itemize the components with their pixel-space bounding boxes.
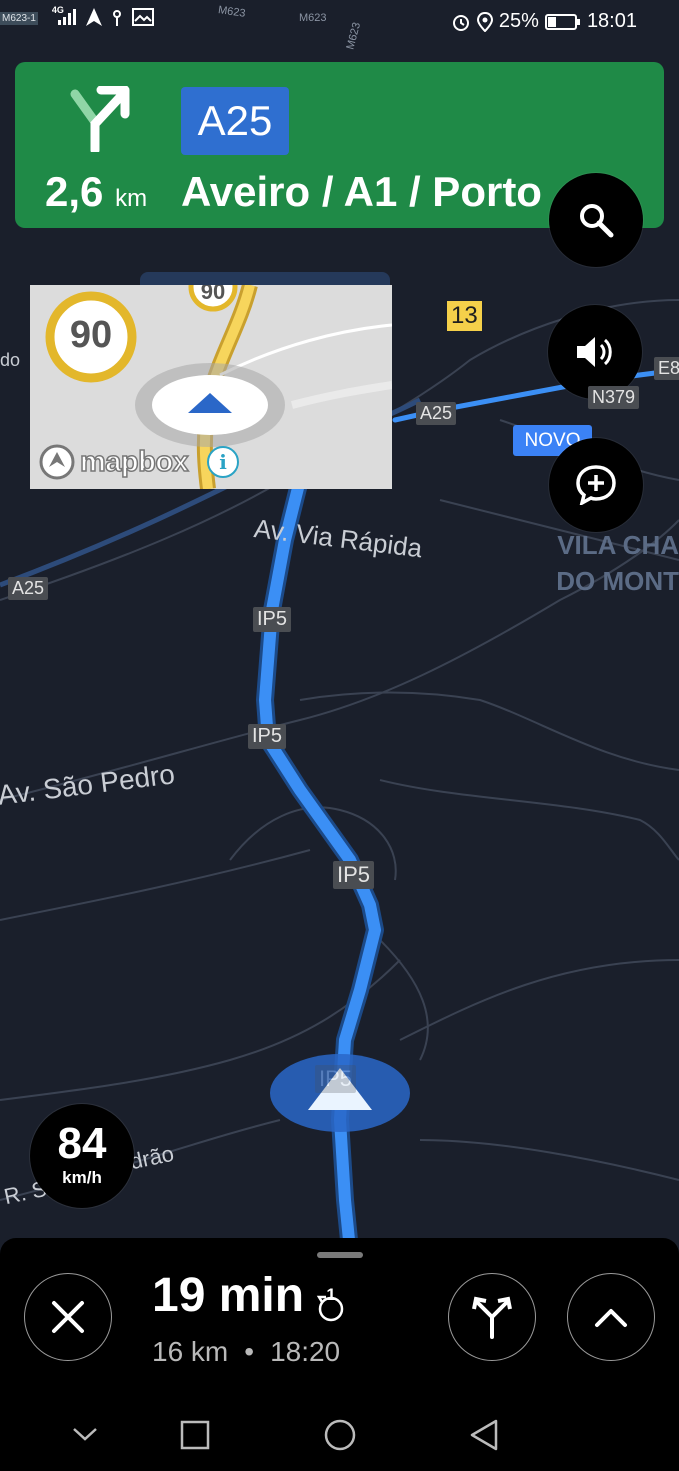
speedometer: 84 km/h <box>30 1104 134 1208</box>
clock: 18:01 <box>586 10 637 32</box>
current-speed: 84 <box>57 1119 107 1168</box>
speed-limit-value: 90 <box>69 314 113 356</box>
maneuver-distance: 2,6 km <box>45 168 147 216</box>
map-road-label-top-2: M623 <box>299 12 327 24</box>
trip-distance: 16 km <box>152 1336 229 1367</box>
add-comment-icon <box>576 465 616 505</box>
road-badge-n379: N379 <box>588 386 640 409</box>
status-bar-right: 25% 18:01 <box>451 10 637 33</box>
volume-icon <box>577 337 612 367</box>
alarm-icon <box>452 14 469 31</box>
trip-duration: 19 min <box>152 1269 305 1322</box>
road-shield: A25 <box>181 87 289 155</box>
minimap[interactable]: 90 90 mapbox i <box>30 285 392 489</box>
trip-summary-panel[interactable]: 19 min 1 16 km • 18:20 <box>0 1238 679 1400</box>
mapbox-logo[interactable]: mapbox <box>38 443 189 481</box>
wifi-tethering-icon <box>112 10 121 26</box>
signal-icon <box>57 9 76 25</box>
road-badge-a25-top: A25 <box>416 402 457 425</box>
close-icon <box>52 1301 84 1333</box>
trip-duration-row: 19 min 1 <box>152 1268 346 1323</box>
home-icon[interactable] <box>323 1418 357 1452</box>
chevron-up-icon <box>595 1309 627 1327</box>
battery-percent: 25% <box>498 10 539 32</box>
place-label-line1: VILA CHA <box>557 530 679 560</box>
status-bar: M623-1 4G M623 M623 M623 25% 18:01 <box>0 0 679 51</box>
road-badge-ip5-2: IP5 <box>248 724 287 749</box>
road-badge-ip5-under-puck: IP5 <box>315 1065 357 1093</box>
volume-button[interactable] <box>548 305 642 399</box>
road-badge-ip5-1: IP5 <box>253 607 292 632</box>
map-road-label-top-1: M623 <box>217 4 247 20</box>
hide-keyboard-chevron-icon[interactable] <box>72 1426 98 1442</box>
place-label: VILA CHA DO MONT <box>556 527 679 599</box>
road-badge-ip5-3: IP5 <box>333 861 375 889</box>
gallery-icon <box>131 8 154 26</box>
mapbox-wordmark: mapbox <box>79 445 189 479</box>
mapbox-icon <box>39 444 75 480</box>
speed-unit: km/h <box>62 1168 102 1187</box>
expand-panel-button[interactable] <box>567 1273 655 1361</box>
road-badge-e80: E80 <box>654 357 679 380</box>
location-icon <box>476 11 493 32</box>
attribution-info-button[interactable]: i <box>207 446 239 478</box>
status-bar-left: M623-1 4G <box>0 5 154 26</box>
road-badge-status: M623-1 <box>0 11 38 25</box>
report-button[interactable] <box>549 438 643 532</box>
navigation-arrow-icon <box>85 8 102 26</box>
trip-separator: • <box>244 1336 255 1367</box>
street-label-partial-do: do <box>0 350 21 370</box>
place-label-line2: DO MONT <box>556 566 679 596</box>
maneuver-distance-unit: km <box>115 185 148 212</box>
maneuver-distance-value: 2,6 <box>45 168 104 215</box>
route-fork-icon <box>472 1296 512 1339</box>
search-icon <box>580 204 614 238</box>
road-speed-limit-value: 90 <box>200 285 226 304</box>
back-icon[interactable] <box>468 1418 500 1452</box>
system-navigation-bar <box>0 1400 679 1471</box>
alternatives-count: 1 <box>326 1284 336 1304</box>
trip-details: 16 km • 18:20 <box>152 1336 340 1368</box>
recents-icon[interactable] <box>180 1420 210 1450</box>
alternatives-icon: 1 <box>316 1281 346 1321</box>
exit-number-badge: 13 <box>447 301 482 331</box>
search-button[interactable] <box>549 173 643 267</box>
drag-handle[interactable] <box>317 1252 363 1258</box>
battery-icon <box>544 13 580 30</box>
turn-slight-right-icon <box>70 86 130 152</box>
arrival-time: 18:20 <box>270 1336 341 1367</box>
maneuver-destination: Aveiro / A1 / Porto <box>181 168 542 215</box>
road-badge-a25-left: A25 <box>8 577 49 600</box>
alternative-routes-button[interactable] <box>448 1273 536 1361</box>
end-navigation-button[interactable] <box>24 1273 112 1361</box>
